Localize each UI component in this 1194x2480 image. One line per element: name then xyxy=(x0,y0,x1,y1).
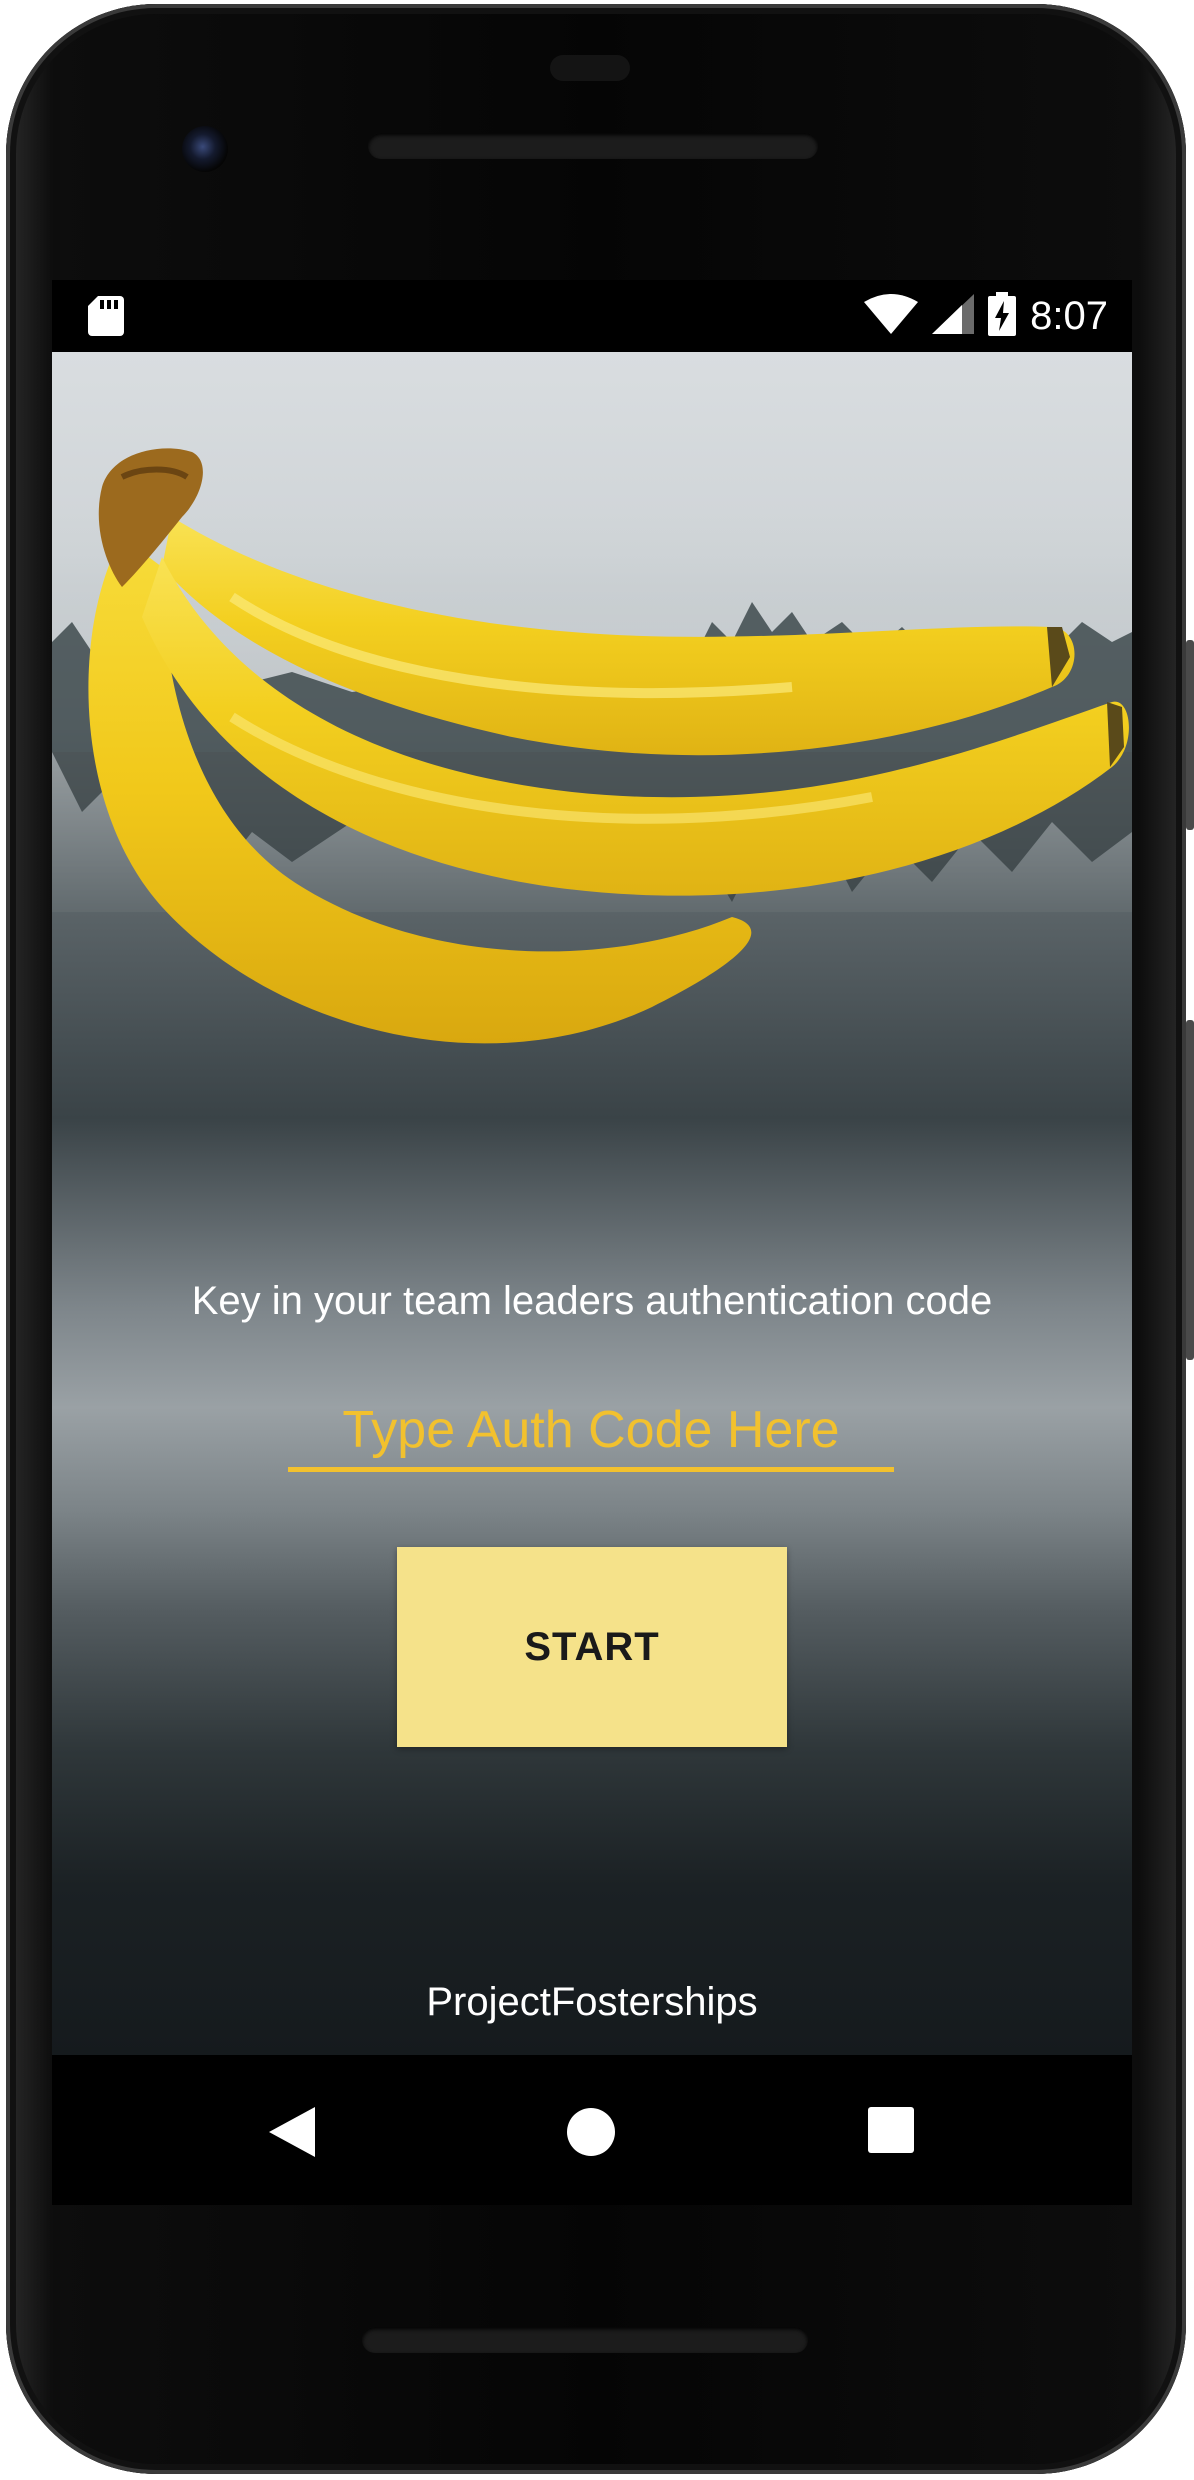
front-camera xyxy=(182,126,228,172)
home-icon[interactable] xyxy=(566,2107,616,2161)
volume-button xyxy=(1186,1020,1194,1360)
power-button xyxy=(1186,640,1194,830)
wifi-icon xyxy=(864,294,919,338)
back-icon[interactable] xyxy=(269,2107,315,2161)
sd-card-icon xyxy=(88,296,124,340)
app-screen: Key in your team leaders authentication … xyxy=(52,352,1132,2055)
auth-code-input[interactable] xyxy=(288,1392,894,1472)
status-bar: 8:07 xyxy=(52,280,1132,352)
cell-signal-icon xyxy=(932,294,975,338)
footer-app-name: ProjectFosterships xyxy=(426,1980,758,2024)
top-slot xyxy=(550,55,630,81)
banana-image xyxy=(88,448,1129,1044)
recent-apps-icon[interactable] xyxy=(868,2107,914,2157)
instruction-text: Key in your team leaders authentication … xyxy=(191,1279,993,1323)
bottom-speaker xyxy=(362,2327,808,2353)
start-button[interactable]: START xyxy=(397,1547,787,1747)
battery-charging-icon xyxy=(988,292,1017,340)
status-icons: 8:07 xyxy=(864,290,1108,342)
earpiece-speaker xyxy=(368,133,818,159)
clock: 8:07 xyxy=(1030,293,1108,338)
navigation-bar xyxy=(52,2055,1132,2205)
